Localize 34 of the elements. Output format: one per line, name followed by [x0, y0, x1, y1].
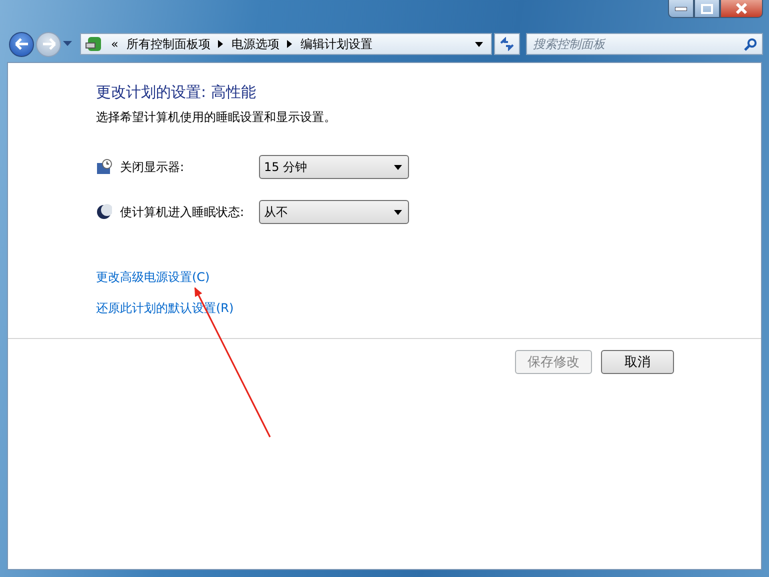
monitor-clock-icon [96, 159, 112, 175]
close-button[interactable] [720, 0, 763, 18]
dropdown-icon[interactable] [475, 42, 483, 46]
breadcrumb-item[interactable]: 编辑计划设置 [300, 36, 372, 52]
settings-link[interactable]: 更改高级电源设置(C) [96, 269, 210, 286]
breadcrumb-arrow-icon[interactable] [287, 40, 292, 48]
dropdown-select[interactable]: 15 分钟 [259, 155, 409, 179]
dropdown-select[interactable]: 从不 [259, 200, 409, 224]
close-icon [735, 3, 748, 14]
maximize-icon [701, 4, 713, 14]
back-button[interactable] [9, 32, 34, 56]
maximize-button[interactable] [694, 0, 720, 18]
back-arrow-icon [14, 38, 28, 50]
caret-icon [394, 164, 402, 170]
forward-arrow-icon [42, 38, 56, 50]
setting-label: 使计算机进入睡眠状态: [120, 204, 246, 220]
breadcrumb-arrow-icon[interactable] [218, 40, 224, 48]
page-description: 选择希望计算机使用的睡眠设置和显示设置。 [96, 109, 337, 126]
address-bar[interactable]: « 所有控制面板项 电源选项 编辑计划设置 [80, 33, 492, 55]
breadcrumb-item[interactable]: 电源选项 [231, 36, 280, 52]
search-icon [744, 38, 757, 51]
refresh-icon [499, 37, 515, 51]
setting-label: 关闭显示器: [120, 158, 186, 176]
moon-icon [96, 204, 112, 220]
action-button[interactable]: 取消 [601, 350, 674, 374]
breadcrumb-item[interactable]: 所有控制面板项 [126, 36, 210, 52]
refresh-button[interactable] [494, 33, 520, 55]
history-dropdown-icon[interactable] [63, 41, 72, 47]
page-heading: 更改计划的设置: 高性能 [96, 83, 257, 102]
search-field[interactable]: 搜索控制面板 [526, 33, 763, 55]
breadcrumb-overflow[interactable]: « [111, 37, 118, 51]
caret-icon [394, 210, 402, 214]
minimize-button[interactable] [668, 0, 694, 18]
minimize-icon [675, 6, 687, 10]
